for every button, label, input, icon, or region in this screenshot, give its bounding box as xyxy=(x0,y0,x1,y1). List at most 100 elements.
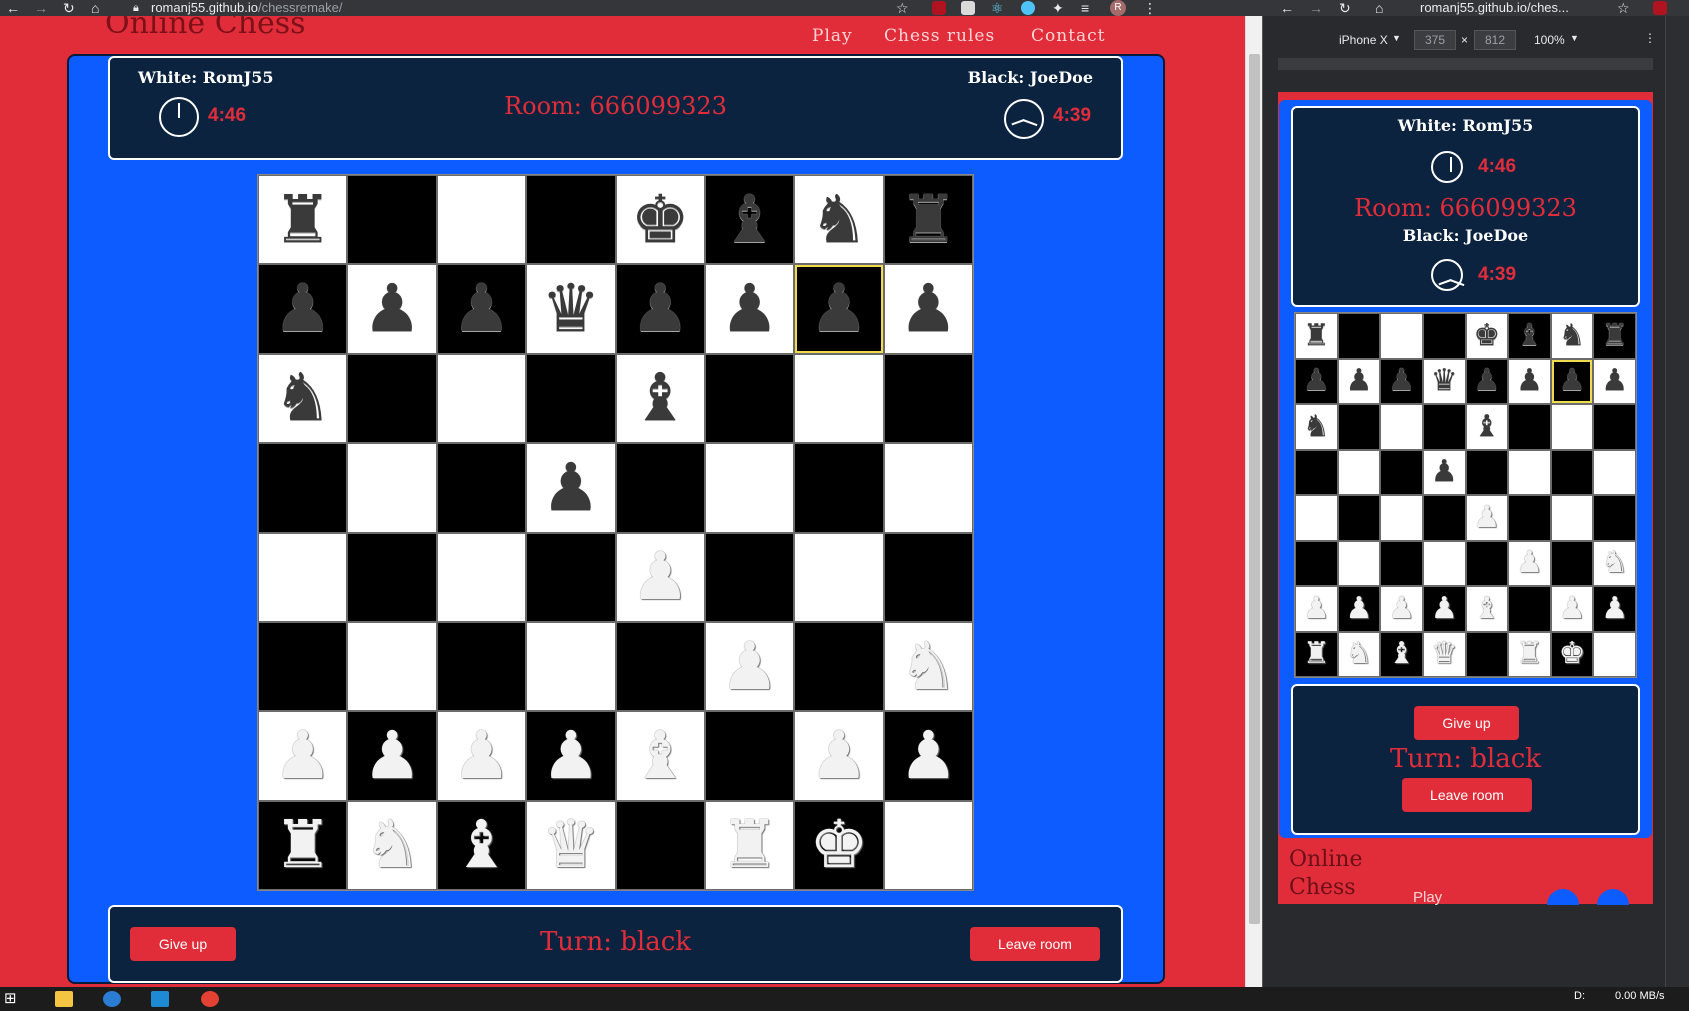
black-pawn-piece[interactable]: ♟ xyxy=(631,276,690,342)
white-pawn-piece[interactable]: ♟ xyxy=(631,544,690,610)
puzzle-extensions-icon[interactable]: ✦ xyxy=(1052,0,1064,16)
board-square[interactable] xyxy=(347,532,437,622)
profile-avatar[interactable]: R xyxy=(1110,0,1126,16)
board-square[interactable]: ♟ xyxy=(794,264,884,354)
board-square[interactable]: ♟ xyxy=(615,264,705,354)
white-pawn-piece[interactable]: ♟ xyxy=(1388,593,1415,624)
board-square[interactable]: ♟ xyxy=(1337,358,1381,404)
file-explorer-icon[interactable] xyxy=(55,991,73,1007)
zoom-select[interactable]: 100% xyxy=(1534,33,1565,47)
black-pawn-piece[interactable]: ♟ xyxy=(452,276,511,342)
board-square[interactable] xyxy=(347,175,437,265)
white-pawn-piece[interactable]: ♟ xyxy=(1473,502,1500,533)
home-icon[interactable]: ⌂ xyxy=(91,0,99,16)
board-square[interactable] xyxy=(1380,313,1423,359)
board-square[interactable] xyxy=(1465,540,1509,586)
white-king-piece[interactable]: ♚ xyxy=(1559,639,1586,669)
board-square[interactable] xyxy=(704,532,795,622)
board-square[interactable] xyxy=(704,711,795,801)
board-square[interactable]: ♚ xyxy=(1550,631,1594,677)
bookmark-star-icon[interactable]: ☆ xyxy=(896,0,909,16)
windows-start-icon[interactable]: ⊞ xyxy=(4,989,17,1007)
bookmark-star-icon[interactable]: ☆ xyxy=(1617,0,1630,16)
white-pawn-piece[interactable]: ♟ xyxy=(1303,593,1330,624)
board-square[interactable]: ♟ xyxy=(704,621,795,712)
board-square[interactable]: ♟ xyxy=(347,264,437,354)
board-square[interactable] xyxy=(1550,495,1594,541)
white-knight-piece[interactable]: ♞ xyxy=(362,812,421,878)
board-square[interactable]: ♟ xyxy=(347,711,437,801)
board-square[interactable] xyxy=(1465,449,1509,495)
board-square[interactable] xyxy=(1550,449,1594,495)
reload-icon[interactable]: ↻ xyxy=(63,0,75,16)
black-pawn-piece[interactable]: ♟ xyxy=(362,276,421,342)
board-square[interactable]: ♟ xyxy=(258,711,348,801)
board-square[interactable]: ♜ xyxy=(258,800,348,890)
white-knight-piece[interactable]: ♞ xyxy=(899,633,958,700)
board-square[interactable] xyxy=(526,532,616,622)
white-bishop-piece[interactable]: ♝ xyxy=(631,722,690,789)
mobile-footer-play[interactable]: Play xyxy=(1413,889,1442,906)
white-rook-piece[interactable]: ♜ xyxy=(1516,639,1543,669)
home-icon[interactable]: ⌂ xyxy=(1375,0,1383,16)
white-king-piece[interactable]: ♚ xyxy=(809,812,868,878)
white-bishop-piece[interactable]: ♝ xyxy=(1473,593,1500,624)
board-square[interactable] xyxy=(1508,495,1551,541)
board-square[interactable] xyxy=(258,621,348,712)
board-square[interactable]: ♞ xyxy=(1593,540,1636,586)
board-square[interactable] xyxy=(1295,495,1338,541)
board-square[interactable]: ♟ xyxy=(1380,586,1423,632)
white-pawn-piece[interactable]: ♟ xyxy=(1345,593,1372,624)
board-square[interactable]: ♟ xyxy=(883,264,973,354)
board-square[interactable]: ♝ xyxy=(615,711,705,801)
board-square[interactable] xyxy=(1422,495,1466,541)
board-square[interactable]: ♚ xyxy=(794,800,884,890)
board-square[interactable] xyxy=(1508,404,1551,450)
board-square[interactable] xyxy=(526,353,616,444)
board-square[interactable] xyxy=(704,353,795,444)
board-square[interactable]: ♟ xyxy=(526,443,616,533)
white-rook-piece[interactable]: ♜ xyxy=(273,812,332,878)
board-square[interactable] xyxy=(436,353,527,444)
board-square[interactable] xyxy=(526,175,616,265)
white-queen-piece[interactable]: ♛ xyxy=(541,812,600,878)
board-square[interactable]: ♜ xyxy=(1295,631,1338,677)
white-rook-piece[interactable]: ♜ xyxy=(720,812,779,878)
board-square[interactable] xyxy=(883,800,973,890)
white-pawn-piece[interactable]: ♟ xyxy=(1559,593,1586,624)
board-square[interactable] xyxy=(1337,495,1381,541)
board-square[interactable] xyxy=(436,621,527,712)
scrollbar-thumb[interactable] xyxy=(1249,54,1260,924)
board-square[interactable]: ♝ xyxy=(436,800,527,890)
board-square[interactable] xyxy=(1593,449,1636,495)
outlook-icon[interactable] xyxy=(103,991,121,1007)
board-square[interactable]: ♟ xyxy=(1465,495,1509,541)
address-bar[interactable]: romanj55.github.io/chessremake/ xyxy=(151,0,343,16)
black-queen-piece[interactable]: ♛ xyxy=(1431,366,1458,396)
board-square[interactable]: ♜ xyxy=(1593,313,1636,359)
device-width-input[interactable]: 375 xyxy=(1414,30,1456,50)
black-pawn-piece[interactable]: ♟ xyxy=(1601,366,1628,396)
board-square[interactable] xyxy=(1593,404,1636,450)
board-square[interactable]: ♟ xyxy=(1337,586,1381,632)
back-icon[interactable]: ← xyxy=(6,0,20,16)
board-square[interactable]: ♟ xyxy=(1550,358,1594,404)
board-square[interactable] xyxy=(1422,540,1466,586)
white-pawn-piece[interactable]: ♟ xyxy=(809,722,868,789)
black-bishop-piece[interactable]: ♝ xyxy=(1516,320,1543,351)
board-square[interactable] xyxy=(1295,540,1338,586)
back-icon[interactable]: ← xyxy=(1280,0,1294,16)
board-square[interactable] xyxy=(347,353,437,444)
board-square[interactable] xyxy=(258,443,348,533)
board-square[interactable] xyxy=(1593,631,1636,677)
board-square[interactable] xyxy=(436,532,527,622)
board-square[interactable]: ♞ xyxy=(1550,313,1594,359)
board-square[interactable] xyxy=(1337,540,1381,586)
black-bishop-piece[interactable]: ♝ xyxy=(720,186,779,253)
board-square[interactable]: ♝ xyxy=(1465,586,1509,632)
black-pawn-piece[interactable]: ♟ xyxy=(1473,366,1500,396)
black-knight-piece[interactable]: ♞ xyxy=(1303,411,1330,442)
board-square[interactable] xyxy=(1550,404,1594,450)
board-square[interactable] xyxy=(1380,540,1423,586)
board-square[interactable] xyxy=(1380,495,1423,541)
